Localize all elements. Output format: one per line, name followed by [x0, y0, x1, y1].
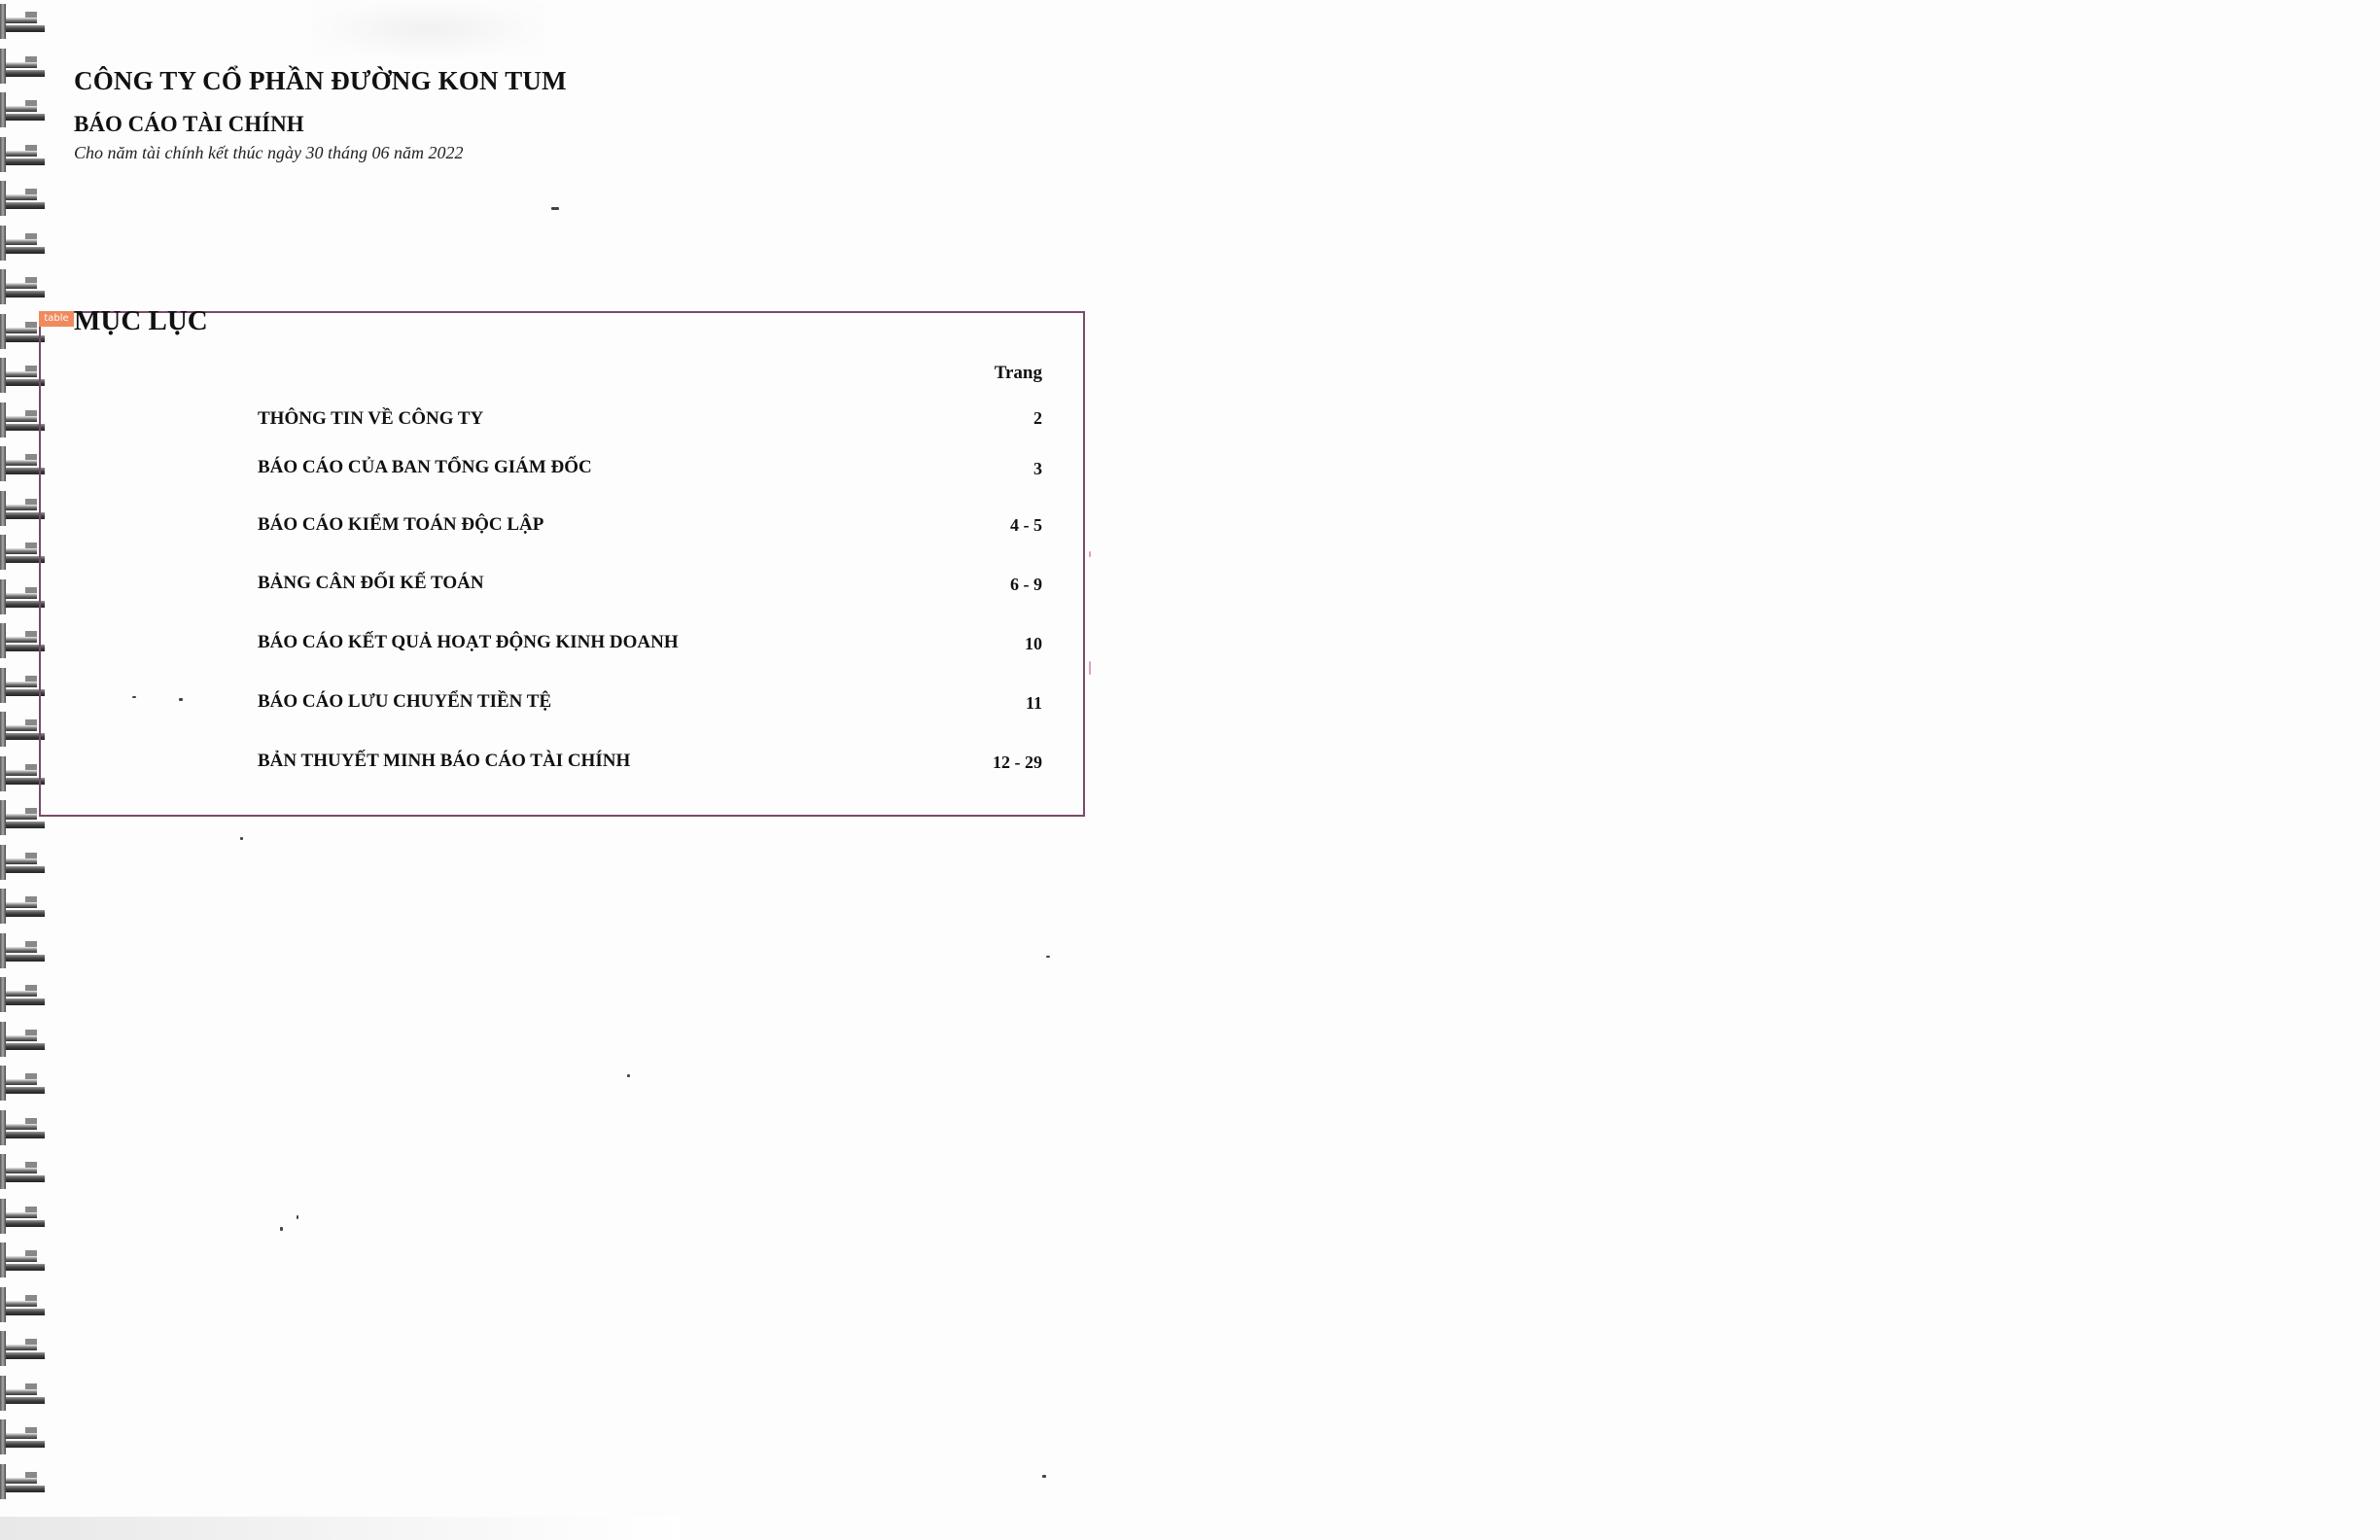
binding-coil [0, 1066, 45, 1101]
binding-coil [0, 92, 45, 127]
scan-speck [551, 207, 559, 210]
toc-item-label: BÁO CÁO KẾT QUẢ HOẠT ĐỘNG KINH DOANH [258, 632, 679, 652]
toc-item-label: BÁO CÁO KIỂM TOÁN ĐỘC LẬP [258, 514, 544, 535]
scan-speck [132, 696, 136, 698]
binding-coil [0, 49, 45, 84]
company-name: CÔNG TY CỔ PHẦN ĐƯỜNG KON TUM [74, 66, 567, 95]
binding-coil [0, 1376, 45, 1411]
binding-coil [0, 889, 45, 924]
binding-coil [0, 269, 45, 304]
binding-coil [0, 1464, 45, 1499]
report-title: BÁO CÁO TÀI CHÍNH [74, 112, 304, 136]
scan-speck [1089, 551, 1091, 557]
binding-coil [0, 845, 45, 880]
toc-item-label: THÔNG TIN VỀ CÔNG TY [258, 408, 484, 429]
toc-heading: MỤC LỤC [74, 305, 208, 336]
scan-speck [179, 698, 183, 701]
binding-coil [0, 1022, 45, 1057]
toc-item-label: BÁO CÁO LƯU CHUYỂN TIỀN TỆ [258, 691, 552, 712]
report-subtitle: Cho năm tài chính kết thúc ngày 30 tháng… [74, 143, 464, 162]
binding-coil [0, 1287, 45, 1322]
binding-coil [0, 1110, 45, 1145]
toc-item-page: 4 - 5 [1010, 515, 1042, 535]
scan-shadow [311, 0, 544, 58]
binding-coil [0, 4, 45, 39]
binding-coil [0, 1199, 45, 1234]
scan-speck [1089, 661, 1091, 675]
scan-speck [297, 1215, 298, 1219]
binding-coil [0, 137, 45, 172]
toc-item-page: 6 - 9 [1010, 575, 1042, 594]
scan-speck [280, 1227, 283, 1231]
toc-item-page: 3 [1033, 459, 1042, 478]
toc-item-label: BẢN THUYẾT MINH BÁO CÁO TÀI CHÍNH [258, 751, 631, 771]
toc-item-page: 2 [1033, 408, 1042, 428]
binding-coil [0, 1419, 45, 1454]
toc-item-label: BÁO CÁO CỦA BAN TỔNG GIÁM ĐỐC [258, 457, 592, 477]
scan-speck [1046, 956, 1050, 958]
toc-item-page: 10 [1025, 634, 1042, 653]
page-column-label: Trang [994, 363, 1042, 383]
scan-speck [627, 1074, 630, 1077]
binding-coil [0, 1242, 45, 1278]
toc-item-page: 11 [1025, 693, 1042, 713]
table-tag-badge: table [39, 311, 74, 327]
toc-item-label: BẢNG CÂN ĐỐI KẾ TOÁN [258, 573, 484, 593]
binding-coil [0, 226, 45, 261]
scan-shadow-bottom [0, 1517, 681, 1540]
binding-coil [0, 933, 45, 968]
binding-coil [0, 1154, 45, 1189]
binding-coil [0, 977, 45, 1012]
binding-coil [0, 181, 45, 216]
toc-item-page: 12 - 29 [993, 752, 1042, 772]
table-of-contents-box [39, 311, 1085, 817]
binding-coil [0, 1331, 45, 1366]
scan-speck [240, 837, 243, 840]
document-page: CÔNG TY CỔ PHẦN ĐƯỜNG KON TUM BÁO CÁO TÀ… [0, 0, 2380, 1540]
scan-speck [1042, 1475, 1046, 1478]
